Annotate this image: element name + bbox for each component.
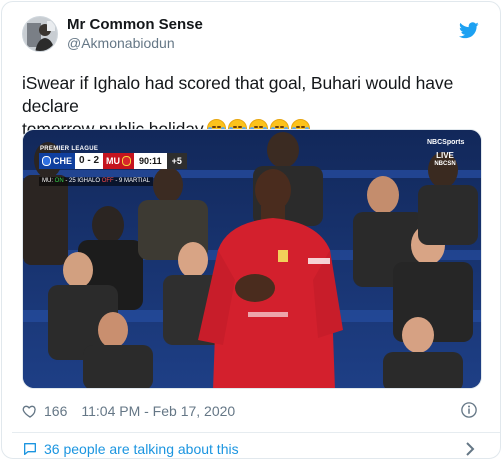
chat-bubble-icon <box>24 443 36 455</box>
chevron-right-icon[interactable] <box>465 442 475 456</box>
tweet-timestamp[interactable]: 11:04 PM - Feb 17, 2020 <box>81 403 235 419</box>
display-name[interactable]: Mr Common Sense <box>67 16 203 33</box>
man-utd-crest-icon <box>122 156 132 166</box>
subs-on-player: - 25 IGHALO <box>65 178 101 184</box>
tweet-meta: 166 11:04 PM - Feb 17, 2020 <box>22 401 235 421</box>
home-score: 0 <box>79 155 85 166</box>
home-team-label: CHE <box>53 156 73 166</box>
twitter-bird-icon[interactable] <box>459 22 479 39</box>
league-label: PREMIER LEAGUE <box>40 146 99 152</box>
talking-text[interactable]: 36 people are talking about this <box>44 441 239 457</box>
score: 0 - 2 <box>75 153 104 169</box>
score-separator: - <box>87 155 91 166</box>
subs-team: MU: <box>42 178 53 184</box>
heart-icon[interactable] <box>22 403 38 419</box>
tweet-text-line1: iSwear if Ighalo had scored that goal, B… <box>22 73 454 116</box>
live-label: LIVE <box>436 151 454 160</box>
tweet-header: Mr Common Sense @Akmonabiodun <box>2 2 500 62</box>
away-team-label: MU <box>106 156 121 166</box>
away-score: 2 <box>93 155 100 166</box>
chelsea-crest-icon <box>42 156 51 166</box>
home-team: CHE <box>39 153 76 169</box>
avatar-image <box>23 17 57 51</box>
tweet-card[interactable]: Mr Common Sense @Akmonabiodun iSwear if … <box>1 1 501 459</box>
subs-off-player: - 9 MARTIAL <box>115 178 150 184</box>
like-count[interactable]: 166 <box>44 403 67 419</box>
avatar[interactable] <box>22 16 58 52</box>
subs-on-label: ON <box>54 178 64 184</box>
scorebug: PREMIER LEAGUE CHE 0 - 2 MU 90:11 +5 MU:… <box>39 145 187 187</box>
subs-off-label: OFF <box>101 178 114 184</box>
added-time: +5 <box>166 153 187 169</box>
substitution-banner: MU: ON - 25 IGHALO OFF - 9 MARTIAL <box>39 177 153 186</box>
network-bottom: NBCSN <box>434 161 456 167</box>
conversation-link[interactable]: 36 people are talking about this <box>22 439 239 458</box>
tweet-photo[interactable]: PREMIER LEAGUE CHE 0 - 2 MU 90:11 +5 MU:… <box>22 129 482 389</box>
network-logo: NBCSports LIVE NBCSN <box>427 139 465 167</box>
away-team: MU <box>103 153 135 169</box>
match-clock: 90:11 <box>134 153 167 169</box>
user-handle[interactable]: @Akmonabiodun <box>67 35 175 51</box>
info-icon[interactable] <box>460 401 478 419</box>
divider <box>12 432 500 433</box>
network-top: NBCSports <box>427 139 465 146</box>
